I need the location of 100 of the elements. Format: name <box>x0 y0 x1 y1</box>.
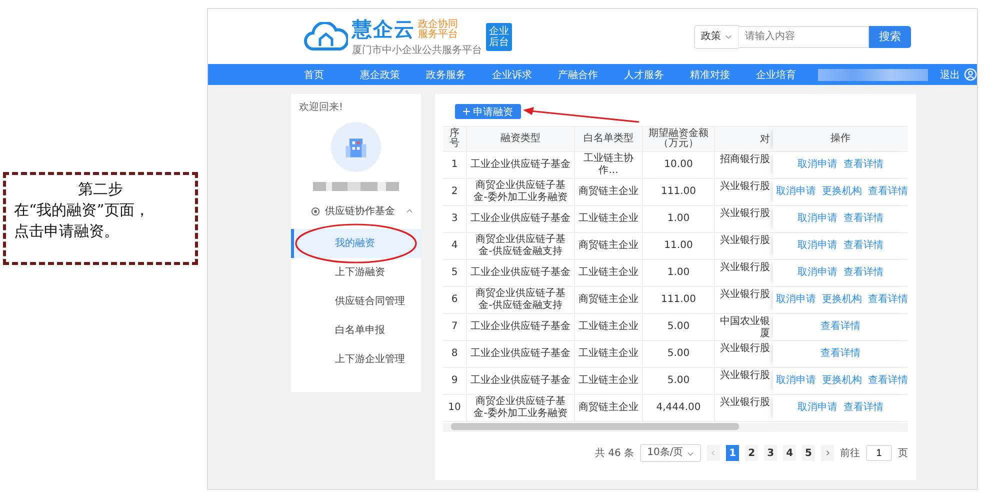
table-cell: 工业企业供应链子基金 <box>467 206 575 232</box>
nav-item[interactable]: 惠企政策 <box>350 68 410 82</box>
nav-item[interactable]: 精准对接 <box>680 68 740 82</box>
table-cell: 11.00 <box>643 233 715 259</box>
brand-name: 慧企云 <box>352 16 415 43</box>
fund-icon <box>311 206 320 216</box>
page-button[interactable]: 4 <box>783 445 796 461</box>
action-link[interactable]: 取消申请 <box>776 186 816 198</box>
table-cell: 兴业银行股 <box>720 262 770 274</box>
action-link[interactable]: 更换机构 <box>822 294 862 306</box>
action-link[interactable]: 查看详情 <box>844 267 884 279</box>
previous-page-icon[interactable] <box>707 445 720 461</box>
menu-item[interactable]: 我的融资 <box>291 229 421 258</box>
search-button[interactable]: 搜索 <box>869 26 911 48</box>
column-header: 操作 <box>773 127 908 151</box>
page-suffix: 页 <box>898 447 908 460</box>
table-cell: 工业链主企业 <box>575 341 643 367</box>
table-cell: 兴业银行股 <box>720 208 770 220</box>
menu-group[interactable]: 供应链协作基金 <box>291 201 421 221</box>
total-count: 共 46 条 <box>595 446 634 460</box>
action-link[interactable]: 取消申请 <box>798 213 838 225</box>
apply-financing-button[interactable]: 申请融资 <box>455 104 521 119</box>
table-cell: 商贸链主企业 <box>575 233 643 259</box>
table-cell: 商贸企业供应链子基金-供应链金融支持 <box>467 233 575 259</box>
action-link[interactable]: 更换机构 <box>822 375 862 387</box>
search-field[interactable]: 请输入内容 <box>739 26 869 48</box>
table-cell: 兴业银行股 <box>720 235 770 247</box>
caret-icon <box>687 450 694 456</box>
action-link[interactable]: 查看详情 <box>820 321 860 333</box>
table-cell: 厦 <box>760 328 770 340</box>
user-icon[interactable] <box>964 68 977 81</box>
column-header: 序号 <box>443 127 467 151</box>
table-cell: 10 <box>443 395 467 421</box>
next-page-icon[interactable] <box>821 445 834 461</box>
table-cell: 工业企业供应链子基金 <box>467 341 575 367</box>
action-link[interactable]: 取消申请 <box>798 402 838 414</box>
table-cell: 工业企业供应链子基金 <box>467 314 575 340</box>
table-cell: 兴业银行股 <box>720 289 770 301</box>
action-link[interactable]: 查看详情 <box>868 186 908 198</box>
nav-item[interactable]: 企业培育 <box>746 68 806 82</box>
table-cell: 兴业银行股 <box>720 397 770 409</box>
page-size-select[interactable]: 10条/页 <box>640 444 702 462</box>
table-cell: 商贸链主企业 <box>575 179 643 205</box>
action-link[interactable]: 取消申请 <box>798 240 838 252</box>
action-link[interactable]: 取消申请 <box>798 267 838 279</box>
brand-slogan: 政企协同 <box>418 20 458 30</box>
table-cell: 2 <box>443 179 467 205</box>
menu-item[interactable]: 上下游企业管理 <box>291 345 421 374</box>
table-cell: 工业链主企业 <box>575 368 643 394</box>
horizontal-scrollbar[interactable] <box>443 423 908 432</box>
table-cell: 1.00 <box>643 206 715 232</box>
table-cell: 工业企业供应链子基金 <box>467 368 575 394</box>
page-button[interactable]: 3 <box>764 445 778 461</box>
action-link[interactable]: 查看详情 <box>844 240 884 252</box>
action-link[interactable]: 查看详情 <box>844 402 884 414</box>
logout-link[interactable]: 退出 <box>940 68 960 82</box>
action-link[interactable]: 查看详情 <box>844 159 884 171</box>
annotation-text: 在“我的融资”页面， <box>14 200 150 221</box>
table-cell: 兴业银行股 <box>720 370 770 382</box>
table-cell: 5.00 <box>643 341 715 367</box>
page-button[interactable]: 2 <box>745 445 758 461</box>
brand-subtitle: 厦门市中小企业公共服务平台 <box>352 44 482 57</box>
nav-item[interactable]: 政务服务 <box>416 68 476 82</box>
action-link[interactable]: 查看详情 <box>868 294 908 306</box>
page-button[interactable]: 1 <box>726 445 740 461</box>
menu-item[interactable]: 供应链合同管理 <box>291 287 421 316</box>
menu-item[interactable]: 白名单申报 <box>291 316 421 345</box>
table-cell: 6 <box>443 287 467 313</box>
table-cell: 工业链主协作... <box>575 152 643 178</box>
table-cell: 工业链主企业 <box>575 206 643 232</box>
table-cell: 4,444.00 <box>643 395 715 421</box>
table-cell: 9 <box>443 368 467 394</box>
action-link[interactable]: 取消申请 <box>776 375 816 387</box>
cloud-logo-icon <box>304 22 348 52</box>
nav-item[interactable]: 企业诉求 <box>482 68 542 82</box>
welcome-text: 欢迎回来! <box>299 100 344 114</box>
plus-icon <box>463 108 470 115</box>
page-button[interactable]: 5 <box>802 445 815 461</box>
table-cell: 工业链主企业 <box>575 260 643 286</box>
table-cell: 商贸链主企业 <box>575 287 643 313</box>
column-header: 期望融资金额（万元） <box>643 127 715 151</box>
page-input[interactable]: 1 <box>866 445 892 461</box>
table-cell: 兴业银行股 <box>720 181 770 193</box>
table-cell: 5.00 <box>643 314 715 340</box>
nav-item[interactable]: 首页 <box>284 68 344 82</box>
column-header: 对 <box>759 132 771 147</box>
action-link[interactable]: 查看详情 <box>844 213 884 225</box>
table-cell: 3 <box>443 206 467 232</box>
action-link[interactable]: 取消申请 <box>798 159 838 171</box>
table-cell: 111.00 <box>643 179 715 205</box>
nav-item[interactable]: 产融合作 <box>548 68 608 82</box>
menu-item[interactable]: 上下游融资 <box>291 258 421 287</box>
nav-item[interactable]: 人才服务 <box>614 68 674 82</box>
action-link[interactable]: 查看详情 <box>820 348 860 360</box>
action-link[interactable]: 取消申请 <box>776 294 816 306</box>
action-link[interactable]: 更换机构 <box>822 186 862 198</box>
action-link[interactable]: 查看详情 <box>868 375 908 387</box>
table-cell: 工业企业供应链子基金 <box>467 152 575 178</box>
category-select[interactable]: 政策 <box>694 24 739 48</box>
table-cell: 工业企业供应链子基金 <box>467 260 575 286</box>
